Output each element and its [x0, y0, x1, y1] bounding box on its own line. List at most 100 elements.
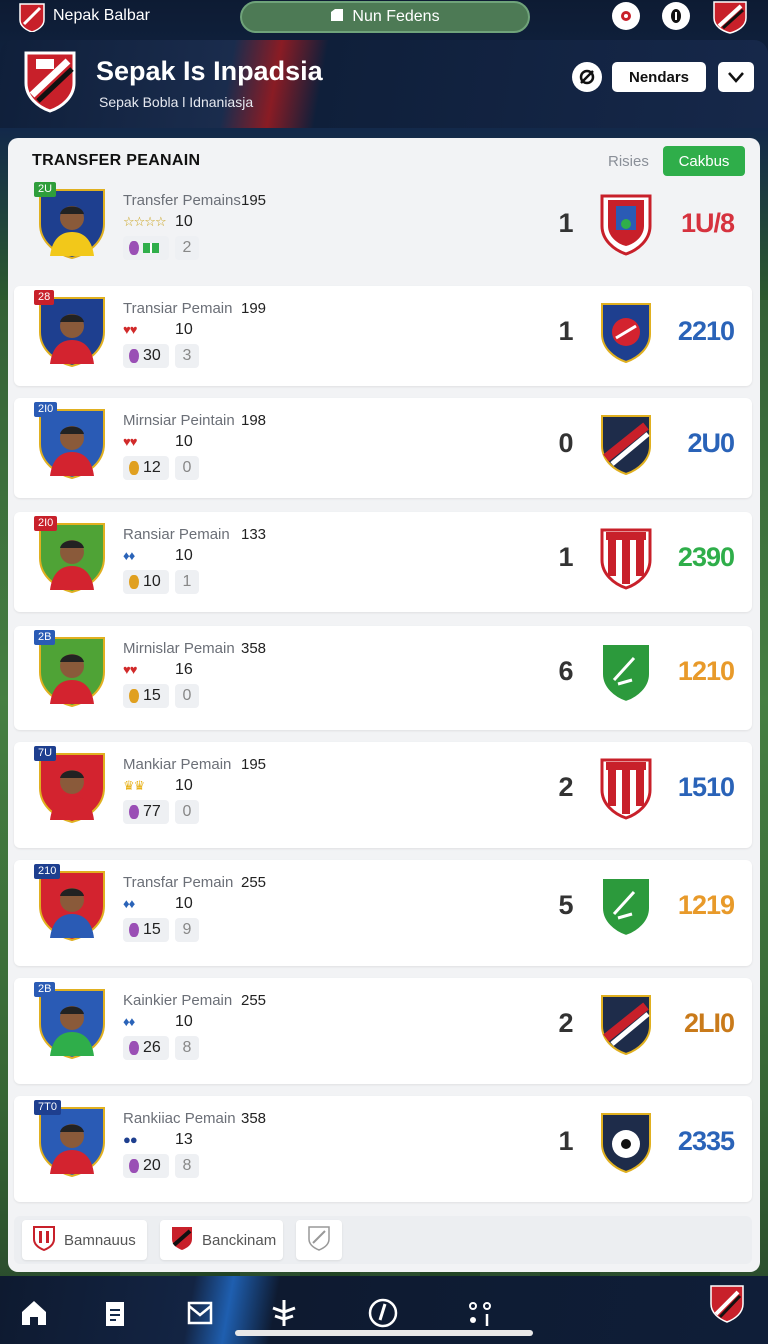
rating-icons: ●●	[123, 1132, 138, 1147]
score: 1	[558, 1126, 574, 1156]
transfer-row[interactable]: 210 Transfar Pemain 255 ♦♦ 10 15 9 5 1219	[14, 860, 752, 966]
transfer-row[interactable]: 2U Transfer Pemains 195 ☆☆☆☆ 10 2 1 1U/8	[14, 178, 752, 284]
transfer-amount: 2LI0	[683, 1008, 735, 1038]
page-header: Sepak Is Inpadsia Sepak Bobla l Idnanias…	[0, 40, 768, 128]
transfer-amount: 2210	[677, 316, 735, 346]
notification-icon[interactable]	[612, 2, 640, 30]
top-app-title: Nepak Balbar	[53, 7, 150, 24]
transfer-amount: 1219	[677, 890, 735, 920]
bamnauus-chip[interactable]: Bamnauus	[22, 1220, 147, 1260]
page-title: Sepak Is Inpadsia	[96, 56, 323, 86]
transfer-row[interactable]: 28 Transiar Pemain 199 ♥♥ 10 30 3 1 2210	[14, 286, 752, 386]
transfer-amount: 1210	[677, 656, 735, 686]
player-value: 10	[175, 547, 193, 564]
clipboard-icon[interactable]	[98, 1296, 132, 1330]
transfer-row[interactable]: 7T0 Rankiiac Pemain 358 ●● 13 20 8 1 2335	[14, 1096, 752, 1202]
stat-chip-secondary: 2	[175, 236, 199, 260]
badge-icon	[129, 349, 139, 363]
stat-chip-secondary: 9	[175, 918, 199, 942]
player-number: 133	[241, 526, 267, 543]
stat-chip-secondary: 8	[175, 1036, 199, 1060]
trophy-icon[interactable]	[267, 1296, 301, 1330]
bottom-tab-bar	[0, 1276, 768, 1344]
player-name: Ransiar Pemain	[123, 526, 230, 543]
chip-label: Bamnauus	[64, 1231, 136, 1249]
stat-value: 12	[143, 459, 161, 476]
profile-icon[interactable]	[662, 2, 690, 30]
search-label: Nun Fedens	[352, 8, 440, 25]
player-name: Mirnsiar Peintain	[123, 412, 235, 429]
transfer-panel: TRANSFER PEANAIN Risies Cakbus 2U Transfe…	[8, 138, 760, 1272]
player-number: 195	[241, 192, 267, 209]
score: 0	[558, 428, 574, 458]
stat-chip: 30	[123, 344, 169, 368]
stat-chip-secondary: 0	[175, 684, 199, 708]
badge-icon	[129, 461, 139, 475]
player-value: 10	[175, 321, 193, 338]
rating-icons: ♥♥	[123, 662, 137, 677]
transfer-row[interactable]: 7U Mankiar Pemain 195 ♛♛ 10 77 0 2 1510	[14, 742, 752, 848]
rank-tag: 2I0	[34, 516, 58, 531]
red-club-crest-icon	[598, 192, 654, 256]
transfer-amount: 1510	[677, 772, 735, 802]
stat-chip: 15	[123, 684, 169, 708]
transfer-row[interactable]: 2B Kainkier Pemain 255 ♦♦ 10 26 8 2 2LI0	[14, 978, 752, 1084]
player-value: 10	[175, 433, 193, 450]
stat-chip: 10	[123, 570, 169, 594]
mail-icon[interactable]	[183, 1296, 217, 1330]
player-name: Mirnislar Pemain	[123, 640, 235, 657]
player-value: 16	[175, 661, 193, 678]
player-value: 10	[175, 777, 193, 794]
player-value: 10	[175, 1013, 193, 1030]
risies-link[interactable]: Risies	[608, 153, 649, 170]
player-avatar	[36, 1104, 108, 1180]
rank-tag: 2U	[34, 182, 57, 197]
chevron-down-icon[interactable]	[718, 62, 754, 92]
player-value: 10	[175, 213, 193, 230]
stat-value: 10	[143, 573, 161, 590]
top-bar: Nepak Balbar Nun Fedens	[0, 0, 768, 36]
rating-icons: ♦♦	[123, 548, 135, 563]
club-logo-icon[interactable]	[708, 1284, 746, 1324]
transfer-row[interactable]: 2I0 Ransiar Pemain 133 ♦♦ 10 10 1 1 2390	[14, 512, 752, 612]
stats-icon[interactable]	[366, 1296, 400, 1330]
redstripe-club-crest-icon	[598, 526, 654, 590]
stat-chip-secondary: 1	[175, 570, 199, 594]
player-avatar	[36, 520, 108, 596]
transfer-row[interactable]: 2B Mirnislar Pemain 358 ♥♥ 16 15 0 6 1210	[14, 626, 752, 730]
club-logo-icon	[711, 0, 749, 34]
badge-icon	[129, 689, 139, 703]
player-avatar	[36, 186, 108, 262]
refresh-icon[interactable]	[572, 62, 602, 92]
banckinam-chip[interactable]: Banckinam	[160, 1220, 283, 1260]
badge-icon	[129, 923, 139, 937]
tag-icon	[330, 8, 344, 27]
stat-value: 15	[143, 687, 161, 704]
badge-icon	[129, 805, 139, 819]
score: 6	[558, 656, 574, 686]
transfer-row[interactable]: 2I0 Mirnsiar Peintain 198 ♥♥ 10 12 0 0 2U0	[14, 398, 752, 498]
rating-icons: ♛♛	[123, 778, 145, 793]
more-icon[interactable]	[463, 1296, 497, 1330]
nendars-button[interactable]: Nendars	[612, 62, 706, 92]
green-club-crest-icon	[598, 640, 654, 704]
badge-chip[interactable]	[296, 1220, 342, 1260]
stat-value: 15	[143, 921, 161, 938]
stat-chip: 12	[123, 456, 169, 480]
home-icon[interactable]	[17, 1296, 51, 1330]
stat-value: 30	[143, 347, 161, 364]
flag-icon	[143, 243, 159, 253]
search-field[interactable]: Nun Fedens	[240, 1, 530, 33]
player-name: Transfar Pemain	[123, 874, 234, 891]
player-avatar	[36, 750, 108, 826]
player-number: 255	[241, 992, 267, 1009]
stat-chip-secondary: 0	[175, 800, 199, 824]
player-number: 358	[241, 640, 267, 657]
club-badge-icon	[307, 1225, 331, 1255]
player-avatar	[36, 406, 108, 482]
ball-club-crest-icon	[598, 1110, 654, 1174]
player-avatar	[36, 634, 108, 710]
stat-chip-secondary: 0	[175, 456, 199, 480]
player-value: 13	[175, 1131, 193, 1148]
cakbus-button[interactable]: Cakbus	[663, 146, 745, 176]
